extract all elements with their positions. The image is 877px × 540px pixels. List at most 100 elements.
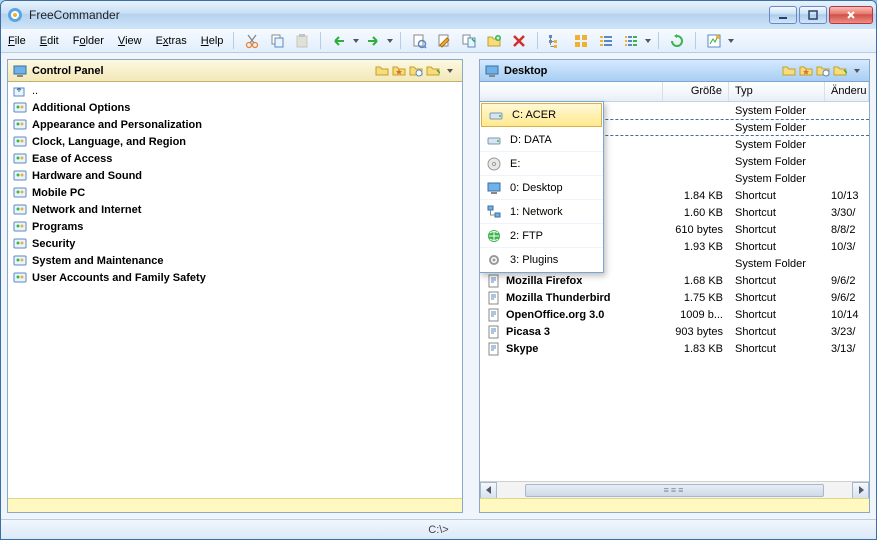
drive-option[interactable]: E: bbox=[480, 152, 603, 176]
back-dropdown[interactable] bbox=[353, 32, 359, 50]
paste-button[interactable] bbox=[291, 31, 313, 51]
drive-option[interactable]: D: DATA bbox=[480, 128, 603, 152]
list-item[interactable]: Ease of Access bbox=[8, 150, 462, 167]
desktop-icon bbox=[486, 180, 502, 196]
menu-edit[interactable]: Edit bbox=[33, 29, 66, 52]
list-item[interactable]: Hardware and Sound bbox=[8, 167, 462, 184]
left-pane-title: Control Panel bbox=[32, 65, 370, 77]
cut-button[interactable] bbox=[241, 31, 263, 51]
header-dropdown-icon[interactable] bbox=[849, 63, 865, 79]
row-mod: 10/3/ bbox=[825, 241, 869, 253]
delete-button[interactable] bbox=[508, 31, 530, 51]
settings-button[interactable] bbox=[703, 31, 725, 51]
col-size[interactable]: Größe bbox=[663, 82, 729, 101]
toolbar-file-ops bbox=[404, 29, 534, 52]
row-type: System Folder bbox=[729, 105, 825, 117]
cpl-icon bbox=[12, 185, 28, 201]
col-type[interactable]: Typ bbox=[729, 82, 825, 101]
scroll-thumb[interactable]: ≡≡≡ bbox=[525, 484, 823, 497]
menu-file[interactable]: File bbox=[1, 29, 33, 52]
folder-icon[interactable] bbox=[781, 63, 797, 79]
view-button[interactable] bbox=[408, 31, 430, 51]
row-type: System Folder bbox=[729, 156, 825, 168]
row-name: Mozilla Firefox bbox=[506, 275, 582, 287]
list-item[interactable]: Additional Options bbox=[8, 99, 462, 116]
settings-dropdown[interactable] bbox=[728, 32, 734, 50]
file-icon bbox=[486, 324, 502, 340]
right-footer bbox=[480, 498, 869, 512]
drive-label: E: bbox=[510, 158, 520, 170]
row-name: Mozilla Thunderbird bbox=[506, 292, 611, 304]
file-icon bbox=[486, 273, 502, 289]
drive-label: 0: Desktop bbox=[510, 182, 563, 194]
menu-extras[interactable]: Extras bbox=[149, 29, 194, 52]
drive-option[interactable]: 1: Network bbox=[480, 200, 603, 224]
close-button[interactable] bbox=[829, 6, 873, 24]
filter-icon[interactable] bbox=[832, 63, 848, 79]
drive-option[interactable]: C: ACER bbox=[481, 103, 602, 127]
forward-dropdown[interactable] bbox=[387, 32, 393, 50]
refresh-button[interactable] bbox=[666, 31, 688, 51]
maximize-button[interactable] bbox=[799, 6, 827, 24]
cd-icon bbox=[486, 156, 502, 172]
table-row[interactable]: Skype1.83 KBShortcut3/13/ bbox=[480, 340, 869, 357]
new-folder-button[interactable] bbox=[483, 31, 505, 51]
table-row[interactable]: Mozilla Thunderbird1.75 KBShortcut9/6/2 bbox=[480, 289, 869, 306]
list-item[interactable]: User Accounts and Family Safety bbox=[8, 269, 462, 286]
menu-view[interactable]: View bbox=[111, 29, 149, 52]
list-view-button[interactable] bbox=[595, 31, 617, 51]
header-dropdown-icon[interactable] bbox=[442, 63, 458, 79]
list-item[interactable]: Security bbox=[8, 235, 462, 252]
left-pane-header[interactable]: Control Panel bbox=[8, 60, 462, 82]
favorite-icon[interactable] bbox=[798, 63, 814, 79]
cpl-icon bbox=[12, 236, 28, 252]
list-item[interactable]: Mobile PC bbox=[8, 184, 462, 201]
toolbar-clipboard bbox=[237, 29, 317, 52]
splitter[interactable] bbox=[469, 59, 473, 513]
cpl-icon bbox=[12, 151, 28, 167]
statusbar: C:\> bbox=[1, 519, 876, 539]
scroll-left-button[interactable] bbox=[480, 482, 497, 499]
list-item[interactable]: Clock, Language, and Region bbox=[8, 133, 462, 150]
drive-option[interactable]: 0: Desktop bbox=[480, 176, 603, 200]
tree-view-button[interactable] bbox=[545, 31, 567, 51]
thumb-view-button[interactable] bbox=[570, 31, 592, 51]
item-label: System and Maintenance bbox=[32, 255, 163, 267]
scroll-right-button[interactable] bbox=[852, 482, 869, 499]
menu-help[interactable]: Help bbox=[194, 29, 231, 52]
history-icon[interactable] bbox=[815, 63, 831, 79]
details-view-button[interactable] bbox=[620, 31, 642, 51]
copy-button[interactable] bbox=[266, 31, 288, 51]
drive-option[interactable]: 3: Plugins bbox=[480, 248, 603, 272]
table-row[interactable]: Mozilla Firefox1.68 KBShortcut9/6/2 bbox=[480, 272, 869, 289]
folder-icon[interactable] bbox=[374, 63, 390, 79]
cpl-icon bbox=[12, 253, 28, 269]
view-dropdown[interactable] bbox=[645, 32, 651, 50]
item-label: User Accounts and Family Safety bbox=[32, 272, 206, 284]
list-item[interactable]: System and Maintenance bbox=[8, 252, 462, 269]
forward-button[interactable] bbox=[362, 31, 384, 51]
right-pane-header[interactable]: Desktop bbox=[480, 60, 869, 82]
minimize-button[interactable] bbox=[769, 6, 797, 24]
col-modified[interactable]: Änderu bbox=[825, 82, 869, 101]
drive-option[interactable]: 2: FTP bbox=[480, 224, 603, 248]
table-row[interactable]: Picasa 3903 bytesShortcut3/23/ bbox=[480, 323, 869, 340]
updir-item[interactable]: .. bbox=[8, 82, 462, 99]
row-type: System Folder bbox=[729, 173, 825, 185]
filter-icon[interactable] bbox=[425, 63, 441, 79]
cpl-icon bbox=[12, 100, 28, 116]
h-scrollbar[interactable]: ≡≡≡ bbox=[480, 481, 869, 498]
list-item[interactable]: Network and Internet bbox=[8, 201, 462, 218]
edit-button[interactable] bbox=[433, 31, 455, 51]
copy-file-button[interactable] bbox=[458, 31, 480, 51]
row-size: 1.83 KB bbox=[663, 343, 729, 355]
file-icon bbox=[486, 290, 502, 306]
back-button[interactable] bbox=[328, 31, 350, 51]
history-icon[interactable] bbox=[408, 63, 424, 79]
menu-folder[interactable]: Folder bbox=[66, 29, 111, 52]
list-item[interactable]: Appearance and Personalization bbox=[8, 116, 462, 133]
col-name[interactable] bbox=[480, 82, 663, 101]
favorite-icon[interactable] bbox=[391, 63, 407, 79]
list-item[interactable]: Programs bbox=[8, 218, 462, 235]
table-row[interactable]: OpenOffice.org 3.01009 b...Shortcut10/14 bbox=[480, 306, 869, 323]
